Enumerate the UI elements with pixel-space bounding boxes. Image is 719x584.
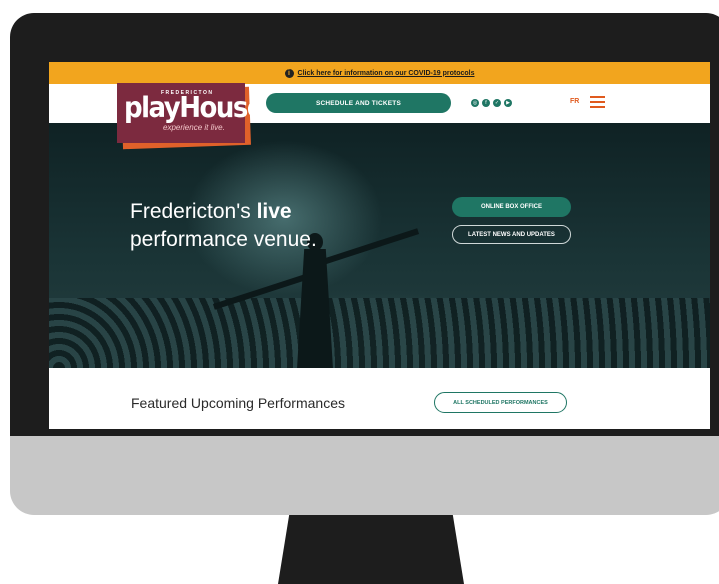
hero-heading: Fredericton's live performance venue. [130,198,317,254]
playhouse-logo[interactable]: FREDERICTON playHouse experience it live… [117,83,264,150]
logo-name: playHouse [124,91,264,125]
online-box-office-button[interactable]: ONLINE BOX OFFICE [452,197,571,217]
hero-line1-bold: live [256,200,292,223]
monitor-frame: i Click here for information on our COVI… [10,13,719,515]
hero-line2: performance venue. [130,228,317,251]
facebook-icon[interactable]: f [482,99,490,107]
instagram-icon[interactable]: ◎ [471,99,479,107]
covid-banner: i Click here for information on our COVI… [49,62,710,84]
schedule-tickets-button[interactable]: SCHEDULE AND TICKETS [266,93,451,113]
hero-line1-prefix: Fredericton's [130,200,257,223]
twitter-icon[interactable]: ✓ [493,99,501,107]
all-performances-button[interactable]: ALL SCHEDULED PERFORMANCES [434,392,567,413]
website-screen: i Click here for information on our COVI… [49,62,710,429]
social-links: ◎ f ✓ ▶ [471,99,512,107]
logo-tagline: experience it live. [163,123,225,132]
language-toggle[interactable]: FR [570,98,579,105]
monitor-stand [278,515,464,584]
latest-news-button[interactable]: LATEST NEWS AND UPDATES [452,225,571,244]
hero-banner: Fredericton's live performance venue. ON… [49,123,710,368]
info-icon: i [284,68,294,78]
covid-link[interactable]: Click here for information on our COVID-… [298,70,475,77]
monitor-chin [10,436,719,515]
hamburger-menu-icon[interactable] [590,96,605,108]
featured-title: Featured Upcoming Performances [131,395,345,411]
youtube-icon[interactable]: ▶ [504,99,512,107]
crowd-image [49,298,710,368]
